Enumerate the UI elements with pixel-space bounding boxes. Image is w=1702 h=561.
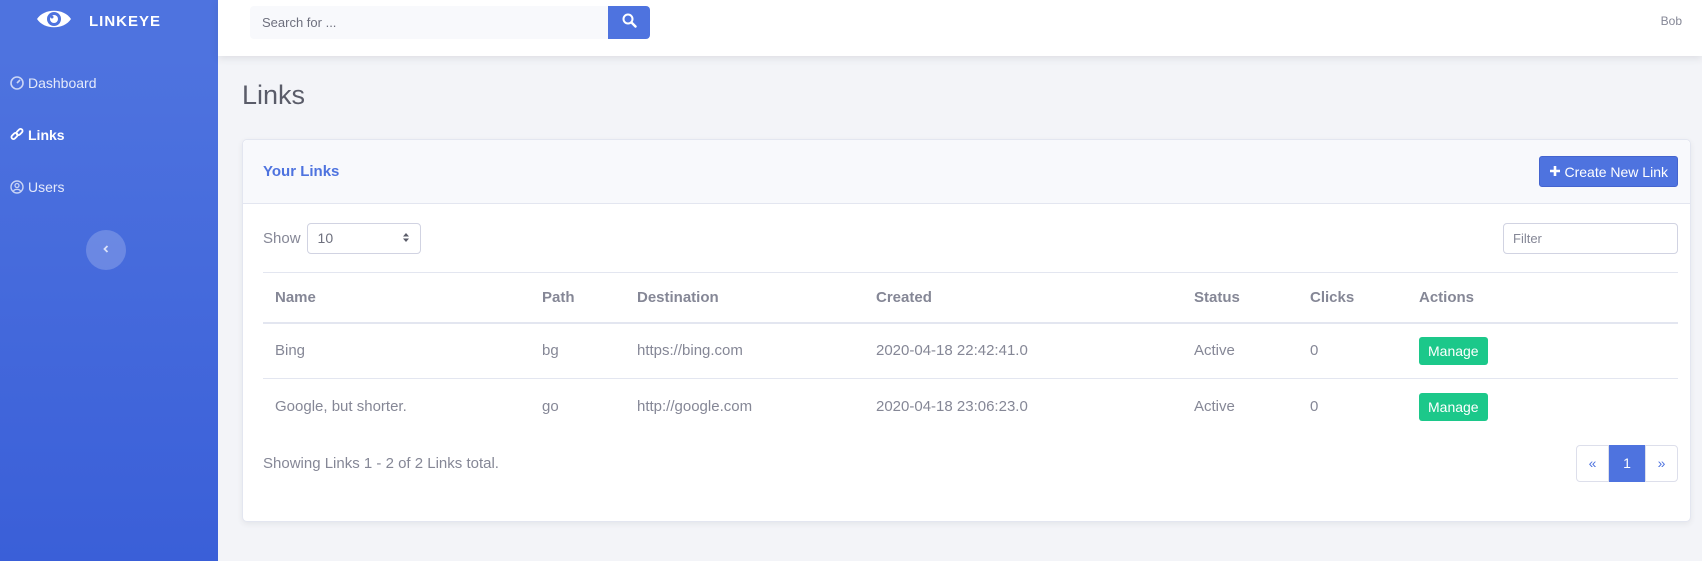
sidebar: LINKEYE Dashboard Links Users (0, 0, 218, 561)
column-header-created[interactable]: Created (864, 272, 1182, 324)
link-icon (10, 128, 24, 142)
cell-status: Active (1182, 322, 1298, 379)
cell-name: Bing (263, 322, 530, 379)
card-header: Your Links Create New Link (243, 140, 1690, 204)
filter-input[interactable] (1503, 222, 1678, 254)
search-icon (622, 13, 637, 33)
cell-actions: Manage (1407, 322, 1678, 379)
brand[interactable]: LINKEYE (0, 0, 218, 43)
cell-created: 2020-04-18 22:42:41.0 (864, 322, 1182, 379)
eye-icon (36, 8, 72, 35)
table-footer: Showing Links 1 - 2 of 2 Links total. « … (263, 444, 1678, 482)
sidebar-item-dashboard[interactable]: Dashboard (0, 57, 218, 109)
cell-destination: http://google.com (637, 398, 753, 416)
table-row: Google, but shorter. go http://google.co… (263, 379, 1678, 435)
pagination-next-button[interactable]: » (1645, 444, 1678, 482)
sidebar-item-label: Users (28, 179, 65, 195)
sidebar-item-label: Dashboard (28, 75, 97, 91)
card-title: Your Links (263, 163, 340, 180)
manage-button[interactable]: Manage (1419, 336, 1488, 365)
card-body: Show 10 Name Path Destination Created St… (243, 204, 1690, 482)
create-new-link-button[interactable]: Create New Link (1538, 156, 1678, 187)
topbar: Bob (218, 0, 1702, 56)
pagination-summary: Showing Links 1 - 2 of 2 Links total. (263, 454, 499, 472)
cell-path: go (542, 398, 559, 416)
tachometer-icon (10, 76, 24, 90)
sidebar-item-links[interactable]: Links (0, 109, 218, 161)
links-table: Name Path Destination Created Status Cli… (263, 272, 1678, 435)
page-size-value: 10 (317, 230, 334, 246)
column-header-status[interactable]: Status (1182, 272, 1298, 324)
sidebar-nav: Dashboard Links Users (0, 57, 218, 213)
cell-clicks: 0 (1310, 398, 1319, 416)
pagination: « 1 » (1576, 444, 1678, 482)
brand-name: LINKEYE (89, 13, 162, 30)
cell-status: Active (1194, 398, 1235, 416)
search-bar (250, 6, 650, 39)
links-card: Your Links Create New Link Show 10 Filte… (242, 139, 1691, 522)
cell-destination: https://bing.com (625, 322, 864, 379)
plus-icon (1549, 164, 1561, 180)
pagination-prev-button[interactable]: « (1576, 444, 1609, 482)
user-menu[interactable]: Bob (1661, 14, 1682, 28)
page-size-control: Show 10 (263, 222, 421, 254)
create-new-link-label: Create New Link (1564, 163, 1669, 180)
page-title: Links (242, 80, 306, 110)
cell-clicks: 0 (1298, 322, 1407, 379)
page-size-select[interactable]: 10 (306, 222, 421, 254)
cell-created: 2020-04-18 23:06:23.0 (876, 398, 1028, 416)
column-header-actions: Actions (1407, 272, 1678, 324)
sidebar-item-users[interactable]: Users (0, 161, 218, 213)
column-header-name[interactable]: Name (263, 272, 530, 324)
user-circle-icon (10, 180, 24, 194)
column-header-destination[interactable]: Destination (625, 272, 864, 324)
search-input[interactable] (250, 6, 608, 39)
column-header-path[interactable]: Path (530, 272, 625, 324)
search-button[interactable] (608, 6, 650, 39)
sidebar-toggle-button[interactable] (86, 230, 126, 270)
show-label: Show (263, 229, 301, 247)
table-row: Bing bg https://bing.com 2020-04-18 22:4… (263, 322, 1678, 379)
table-controls: Show 10 (263, 204, 1678, 272)
cell-path: bg (530, 322, 625, 379)
sort-arrows-icon (402, 230, 410, 246)
chevron-left-icon (101, 241, 111, 259)
manage-button[interactable]: Manage (1419, 392, 1488, 421)
cell-actions: Manage (1407, 379, 1678, 435)
pagination-page-1[interactable]: 1 (1609, 444, 1645, 482)
sidebar-item-label: Links (28, 127, 65, 143)
column-header-clicks[interactable]: Clicks (1298, 272, 1407, 324)
cell-name: Google, but shorter. (275, 398, 407, 416)
table-header-row: Name Path Destination Created Status Cli… (263, 272, 1678, 324)
